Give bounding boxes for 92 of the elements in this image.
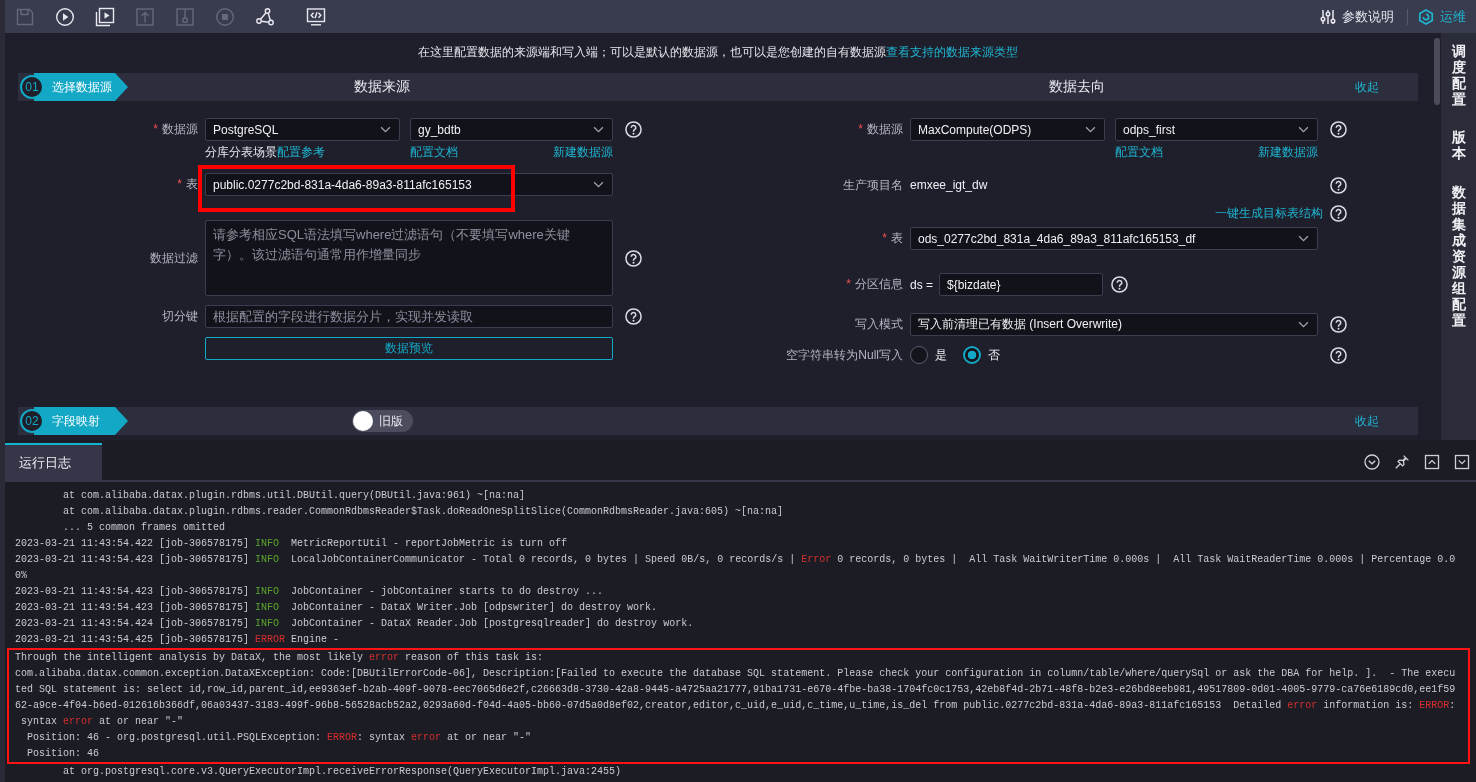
code-icon[interactable] [306, 6, 326, 27]
log-line: Through the intelligent analysis by DataX, the most likely error reason of this task is: [15, 651, 545, 665]
chevron-down-icon [1298, 126, 1309, 133]
field-label: 生产项目名 [843, 177, 903, 192]
dropdown[interactable]: gy_bdtb [410, 118, 613, 141]
log-line: 2023-03-21 11:43:54.422 [job-306578175] INFO MetricReportUtil - reportJobMetric is turn off [15, 537, 569, 551]
intro-text: 在这里配置数据的来源端和写入端；可以是默认的数据源，也可以是您创建的自有数据源查看支持的数据来源类型 [417, 44, 1019, 60]
log-line: at com.alibaba.datax.plugin.rdbms.util.DBUtil.query(DBUtil.java:961) ~[na:na] [62, 489, 527, 503]
field-label: * 分区信息 [846, 277, 903, 291]
column-title: 数据去向 [1049, 78, 1105, 96]
play-icon[interactable] [55, 6, 75, 27]
field-value: emxee_igt_dw [910, 178, 988, 192]
chevron-down-icon [1298, 235, 1309, 242]
log-line: at com.alibaba.datax.plugin.rdbms.reader.CommonRdbmsReader$Task.doReadOneSplitSlice(CommonRdbmsReader.java:605) ~[na:na] [62, 505, 785, 519]
docs-link[interactable]: 配置文档 [1115, 144, 1163, 161]
supported-sources-link[interactable]: 查看支持的数据来源类型 [886, 45, 1018, 59]
sidebar-tab[interactable]: 版本 [1451, 129, 1466, 162]
help-icon[interactable] [1330, 316, 1347, 333]
pin-icon[interactable] [1394, 453, 1410, 470]
radio-circle[interactable] [963, 346, 981, 364]
collapse-link[interactable]: 收起 [1355, 412, 1379, 430]
field-label: 数据过滤 [150, 250, 198, 265]
scrollbar[interactable] [1434, 38, 1440, 105]
new-datasource-link[interactable]: 新建数据源 [1258, 144, 1318, 161]
column-title: 数据来源 [354, 78, 410, 96]
log-line: 2023-03-21 11:43:54.423 [job-306578175] INFO LocalJobContainerCommunicator - Total 0 records, 0 bytes | Speed 0B/s, 0 records/s | Error 0 records, 0 bytes | All Task WaitWriterTime 0.000s | All Task WaitReaderTime 0.000s | Percentage 0.00% [15, 553, 1457, 583]
params-button[interactable]: 参数说明 [1320, 7, 1394, 26]
help-icon[interactable] [1330, 121, 1347, 138]
partition-input[interactable]: ${bizdate} [939, 273, 1103, 296]
log-line: Position: 46 - org.postgresql.util.PSQLException: ERROR: syntax error at or near "-" [26, 731, 533, 745]
log-line: 2023-03-21 11:43:54.423 [job-306578175] INFO JobContainer - jobContainer starts to do destroy ... [15, 585, 605, 599]
dropdown[interactable]: odps_first [1115, 118, 1318, 141]
radio-option[interactable]: 否 [963, 346, 1000, 364]
log-line: syntax error at or near "-" [20, 715, 185, 729]
field-label: * 表 [882, 231, 903, 245]
chevron-down-icon [1085, 126, 1096, 133]
dropdown[interactable]: PostgreSQL [205, 118, 400, 141]
chevron-down-circle-icon[interactable] [1364, 453, 1380, 470]
log-line: 2023-03-21 11:43:54.424 [job-306578175] INFO JobContainer - DataX Reader.Job [postgresqlreader] do destroy work. [15, 617, 695, 631]
chevron-down-icon [593, 181, 604, 188]
field-label: * 数据源 [858, 122, 903, 136]
field-label: 空字符串转为Null写入 [786, 347, 903, 362]
dropdown[interactable]: public.0277c2bd-831a-4da6-89a3-811afc165153 [205, 173, 613, 196]
toggle-knob[interactable] [352, 411, 373, 431]
log-line: 2023-03-21 11:43:54.425 [job-306578175] ERROR Engine - [15, 633, 341, 647]
radio-circle[interactable] [910, 346, 928, 364]
docs-link[interactable]: 配置文档 [410, 144, 458, 161]
generate-table-link[interactable]: 一键生成目标表结构 [1215, 205, 1323, 222]
help-icon[interactable] [625, 249, 642, 267]
chevron-down-icon [593, 126, 604, 133]
input-field[interactable]: 根据配置的字段进行数据分片，实现并发读取 [205, 305, 613, 328]
node-graph-icon[interactable] [255, 6, 275, 27]
field-label: 写入模式 [855, 317, 903, 331]
play-stack-icon[interactable] [95, 6, 115, 27]
version-toggle[interactable]: 旧版 [351, 410, 413, 432]
help-icon[interactable] [1330, 205, 1347, 222]
radio-option[interactable]: 是 [910, 346, 947, 364]
new-datasource-link[interactable]: 新建数据源 [553, 144, 613, 161]
step-number: 01 [20, 75, 44, 99]
help-icon[interactable] [625, 121, 642, 138]
dropdown[interactable]: MaxCompute(ODPS) [910, 118, 1105, 141]
chevron-up-square-icon[interactable] [1424, 453, 1440, 470]
log-line: Position: 46 [26, 747, 100, 761]
log-line: ... 5 common frames omitted [62, 521, 227, 535]
chevron-down-icon [380, 126, 391, 133]
help-icon[interactable] [1111, 276, 1128, 293]
reference-link[interactable]: 配置参考 [277, 144, 325, 161]
log-line: com.alibaba.datax.common.exception.DataXException: Code:[DBUtilErrorCode-06], Description:[Failed to execute the database SQL statement. Please check your configuration in column/table/where/querySql or ask the DBA for help. ]. - The executed SQL statement is: select id,row_id,parent_id,ee9363ef-b2ab-409f-9078-eec7065d6e2f,c26663d8-3730-42a8-9445-a4725aa21777,91ba1731-e670-4fbe-ba38-1704fc0c1753,42eb8f4d-2b71-48f8-b2e3-e26bd8eeb981,49517809-0d01-4005-9779-ca76e6189cd0,ee1f5962-a9ce-4f04-b6ed-012616b366df,06a03437-3183-499f-96b8-56528acb52a2,0293a60d-f04d-4a05-bb60-07d5a0d8ef02,creator,editor,c_uid,e_uid,c_time,u_time,is_del from public.0277c2bd-831a-4da6-89a3-811afc165153 Detailed error information is: ERROR: [15, 667, 1457, 713]
help-icon[interactable] [1330, 176, 1347, 194]
help-icon[interactable] [1330, 346, 1347, 364]
collapse-link[interactable]: 收起 [1355, 78, 1379, 96]
chevron-down-icon [1298, 321, 1309, 328]
dropdown[interactable]: ods_0277c2bd_831a_4da6_89a3_811afc165153_df [910, 227, 1318, 250]
help-icon[interactable] [625, 308, 642, 325]
hexagon-icon [1418, 8, 1434, 25]
log-line: at org.postgresql.core.v3.QueryExecutorImpl.receiveErrorResponse(QueryExecutorImpl.java:2455) [62, 765, 623, 779]
sidebar-tab[interactable]: 调度配置 [1451, 43, 1466, 108]
sliders-icon [1320, 8, 1336, 25]
log-line: 2023-03-21 11:43:54.423 [job-306578175] INFO JobContainer - DataX Writer.Job [odpswriter] do destroy work. [15, 601, 659, 615]
preview-button[interactable]: 数据预览 [205, 337, 613, 360]
hint-text: 分库分表场景 [205, 144, 277, 161]
field-label: * 表 [177, 177, 198, 191]
step-number: 02 [20, 409, 44, 433]
partition-prefix: ds = [910, 277, 933, 292]
field-label: * 数据源 [153, 122, 198, 136]
ops-button[interactable]: 运维 [1418, 7, 1466, 26]
chevron-down-square-icon[interactable] [1454, 453, 1470, 470]
filter-textarea[interactable]: 请参考相应SQL语法填写where过滤语句（不要填写where关键字）。该过滤语句通常用作增量同步 [205, 220, 613, 296]
field-label: 切分键 [162, 309, 198, 323]
dropdown[interactable]: 写入前清理已有数据 (Insert Overwrite) [910, 313, 1318, 336]
sidebar-tab[interactable]: 数据集成资源组配置 [1451, 183, 1466, 329]
log-tab[interactable]: 运行日志 [5, 443, 102, 480]
